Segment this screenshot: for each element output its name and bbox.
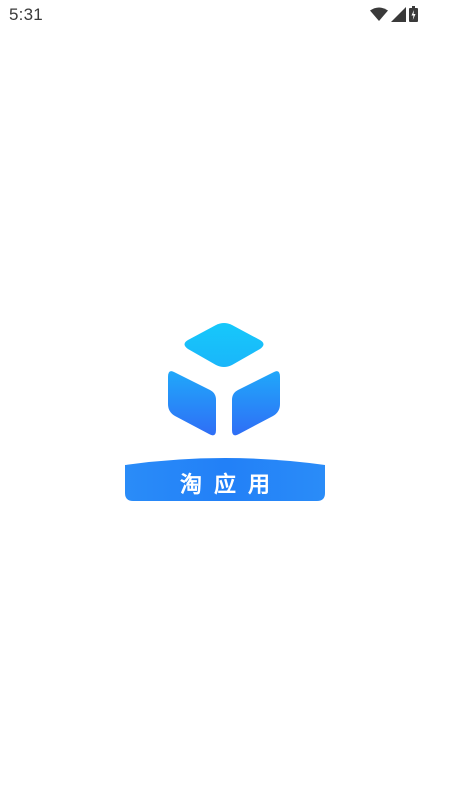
app-name: 淘应用: [179, 473, 282, 498]
app-logo: 淘应用: [124, 322, 326, 504]
status-time: 5:31: [9, 5, 43, 24]
cube-logo-icon: [168, 323, 280, 436]
status-bar: 5:31: [0, 0, 450, 30]
cellular-signal-icon: [391, 6, 406, 22]
wifi-icon: [370, 7, 388, 21]
app-name-banner: 淘应用: [124, 455, 326, 503]
status-icons: [370, 6, 418, 22]
battery-charging-icon: [409, 6, 418, 22]
